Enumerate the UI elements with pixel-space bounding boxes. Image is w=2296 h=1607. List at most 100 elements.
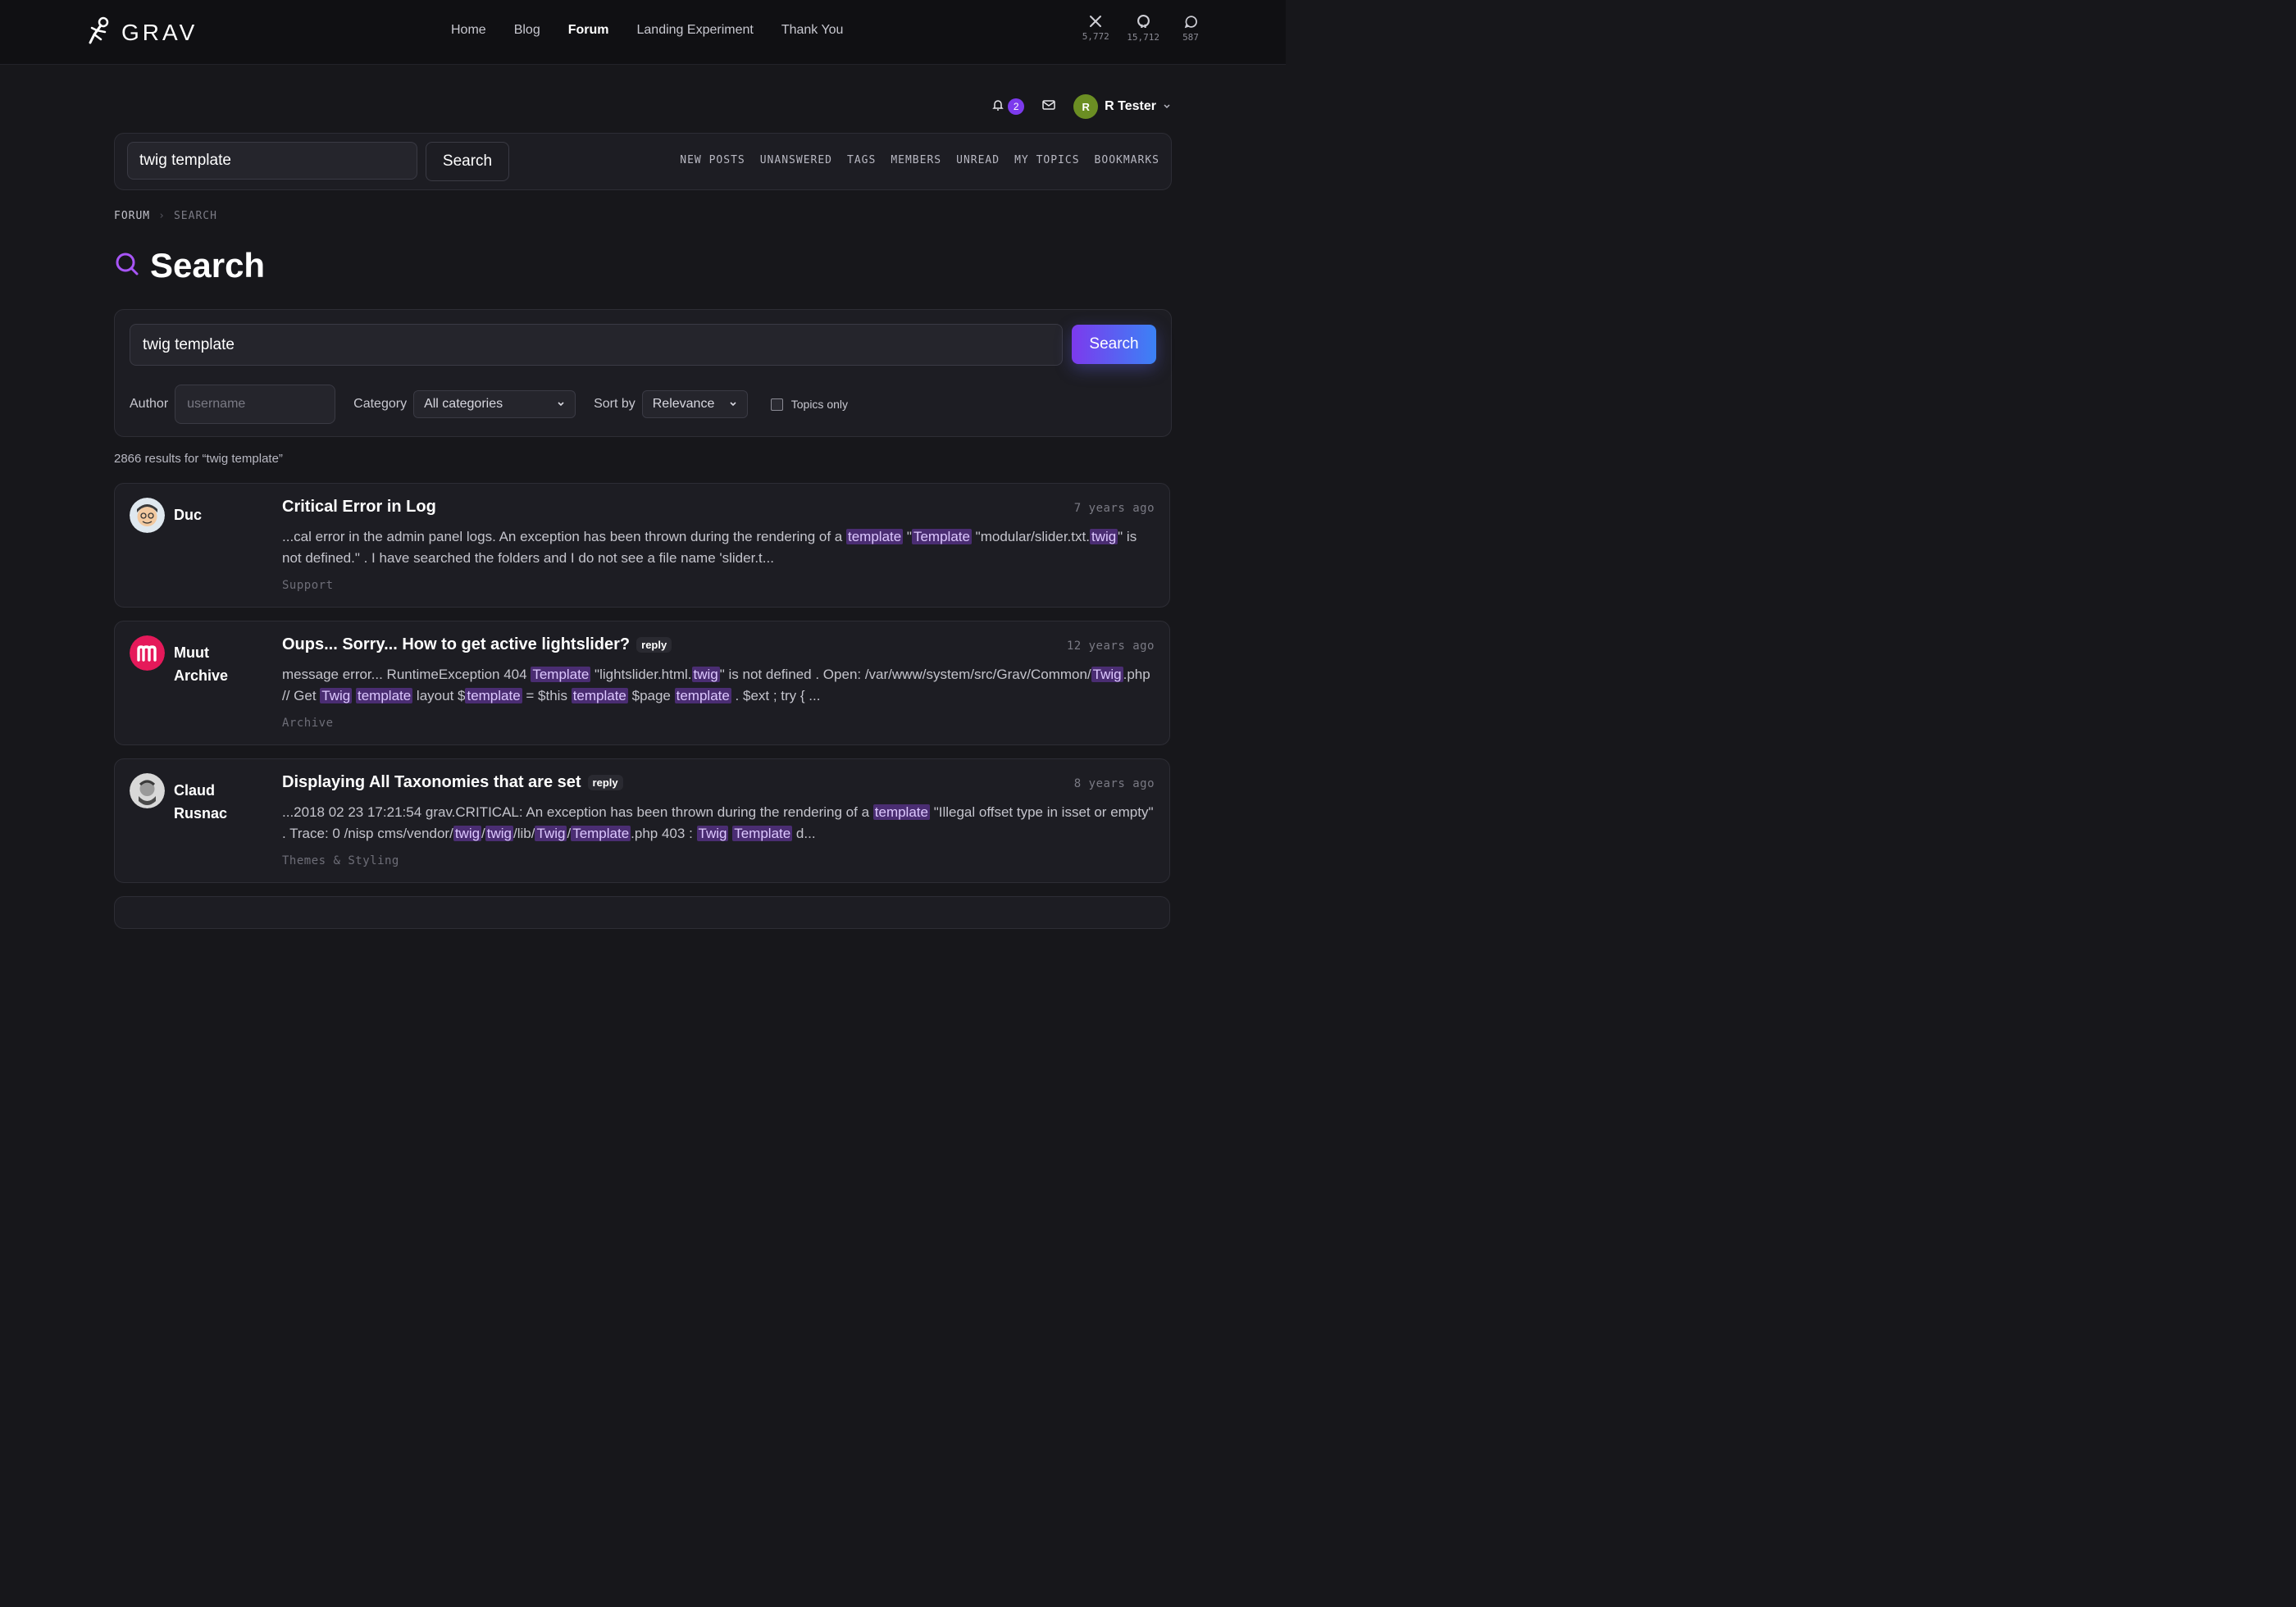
result-excerpt: ...cal error in the admin panel logs. An… xyxy=(282,529,1137,566)
social-links: 5,772 15,712 587 xyxy=(1081,15,1205,43)
notifications-button[interactable]: 2 xyxy=(991,98,1025,116)
link-members[interactable]: MEMBERS xyxy=(891,154,941,166)
link-tags[interactable]: TAGS xyxy=(847,154,876,166)
search-highlight: Template xyxy=(571,826,631,841)
page-title-row: Search xyxy=(114,246,265,285)
category-label: Category xyxy=(353,397,408,411)
result-title-text: Critical Error in Log xyxy=(282,498,436,516)
brand-name: GRAV xyxy=(121,19,198,45)
result-card[interactable] xyxy=(114,896,1170,929)
search-icon xyxy=(114,251,140,281)
breadcrumb-forum[interactable]: FORUM xyxy=(114,210,150,222)
result-title[interactable]: Critical Error in Log xyxy=(282,498,436,517)
result-card[interactable]: Claud Rusnac Displaying All Taxonomies t… xyxy=(114,758,1170,883)
search-highlight: Template xyxy=(531,667,591,682)
search-highlight: twig xyxy=(485,826,514,841)
result-author[interactable]: Duc xyxy=(174,503,264,526)
link-bookmarks[interactable]: BOOKMARKS xyxy=(1095,154,1159,166)
reply-tag: reply xyxy=(587,775,623,790)
forum-toolbar: twig template Search NEW POSTS UNANSWERE… xyxy=(114,133,1172,190)
author-label: Author xyxy=(130,397,169,411)
chevron-down-icon xyxy=(557,397,565,412)
search-highlight: twig xyxy=(453,826,482,841)
avatar xyxy=(130,635,165,671)
page-title: Search xyxy=(150,246,266,285)
result-category[interactable]: Support xyxy=(282,579,334,592)
search-query-input[interactable]: twig template xyxy=(130,324,1063,366)
chat-count: 587 xyxy=(1182,32,1199,43)
sort-label: Sort by xyxy=(594,397,636,411)
breadcrumb-search: SEARCH xyxy=(173,210,217,222)
category-select[interactable]: All categories xyxy=(413,390,576,418)
search-highlight: template xyxy=(571,688,628,703)
x-icon xyxy=(1089,15,1102,28)
social-x-link[interactable]: 5,772 xyxy=(1081,15,1110,43)
bell-icon xyxy=(991,98,1004,116)
search-highlight: Template xyxy=(732,826,793,841)
results-count: 2866 results for “twig template” xyxy=(114,452,283,466)
top-navbar: GRAV Home Blog Forum Landing Experiment … xyxy=(0,0,1286,65)
result-time: 12 years ago xyxy=(1066,640,1155,653)
user-bar: 2 R R Tester xyxy=(991,94,1171,119)
sort-value: Relevance xyxy=(652,397,715,411)
result-card[interactable]: Muut Archive Oups... Sorry... How to get… xyxy=(114,621,1170,745)
chevron-down-icon xyxy=(1163,99,1171,114)
result-card[interactable]: Duc Critical Error in Log 7 years ago ..… xyxy=(114,483,1170,608)
search-highlight: template xyxy=(674,688,731,703)
result-author[interactable]: Muut Archive xyxy=(174,641,264,687)
toolbar-search-input[interactable]: twig template xyxy=(127,142,417,180)
nav-blog[interactable]: Blog xyxy=(514,23,540,38)
user-menu[interactable]: R R Tester xyxy=(1073,94,1171,119)
search-panel: twig template Search Author username Cat… xyxy=(114,309,1172,437)
breadcrumb-separator: › xyxy=(158,210,166,222)
nav-landing-experiment[interactable]: Landing Experiment xyxy=(637,23,754,38)
topics-only-checkbox[interactable] xyxy=(770,398,783,411)
chevron-down-icon xyxy=(729,397,737,412)
link-unread[interactable]: UNREAD xyxy=(956,154,1000,166)
main-nav: Home Blog Forum Landing Experiment Thank… xyxy=(451,23,843,38)
search-highlight: Twig xyxy=(696,826,729,841)
user-avatar: R xyxy=(1073,94,1099,119)
result-category[interactable]: Archive xyxy=(282,717,334,730)
search-highlight: template xyxy=(846,529,904,544)
result-excerpt: message error... RuntimeException 404 Te… xyxy=(282,667,1150,703)
search-highlight: template xyxy=(872,804,930,820)
topics-only-label: Topics only xyxy=(790,398,849,411)
toolbar-search-button[interactable]: Search xyxy=(426,142,509,181)
result-title[interactable]: Displaying All Taxonomies that are set r… xyxy=(282,773,623,792)
github-count: 15,712 xyxy=(1127,32,1159,43)
astronaut-logo-icon xyxy=(87,16,112,48)
social-github-link[interactable]: 15,712 xyxy=(1127,15,1159,43)
result-author[interactable]: Claud Rusnac xyxy=(174,779,264,825)
result-category[interactable]: Themes & Styling xyxy=(282,854,399,867)
search-filters: Author username Category All categories … xyxy=(130,385,848,424)
search-highlight: twig xyxy=(691,667,720,682)
avatar xyxy=(130,773,165,808)
link-unanswered[interactable]: UNANSWERED xyxy=(760,154,832,166)
result-title[interactable]: Oups... Sorry... How to get active light… xyxy=(282,635,672,654)
search-highlight: Twig xyxy=(320,688,353,703)
nav-thank-you[interactable]: Thank You xyxy=(781,23,844,38)
category-value: All categories xyxy=(424,397,503,411)
notification-badge: 2 xyxy=(1008,98,1025,115)
x-count: 5,772 xyxy=(1082,31,1109,42)
result-title-text: Displaying All Taxonomies that are set xyxy=(282,773,581,791)
search-submit-button[interactable]: Search xyxy=(1072,325,1156,364)
sort-select[interactable]: Relevance xyxy=(641,390,748,418)
mail-icon[interactable] xyxy=(1042,99,1055,115)
result-time: 7 years ago xyxy=(1073,502,1155,515)
search-highlight: template xyxy=(465,688,522,703)
author-input[interactable]: username xyxy=(175,385,336,424)
nav-home[interactable]: Home xyxy=(451,23,486,38)
link-my-topics[interactable]: MY TOPICS xyxy=(1014,154,1079,166)
search-highlight: Twig xyxy=(1091,667,1123,682)
brand-logo[interactable]: GRAV xyxy=(87,16,198,48)
forum-links: NEW POSTS UNANSWERED TAGS MEMBERS UNREAD… xyxy=(680,154,1159,166)
search-highlight: template xyxy=(356,688,413,703)
link-new-posts[interactable]: NEW POSTS xyxy=(680,154,745,166)
github-icon xyxy=(1137,15,1150,29)
social-chat-link[interactable]: 587 xyxy=(1176,15,1205,43)
nav-forum[interactable]: Forum xyxy=(568,23,609,38)
user-name: R Tester xyxy=(1105,99,1156,113)
chat-icon xyxy=(1184,15,1198,29)
